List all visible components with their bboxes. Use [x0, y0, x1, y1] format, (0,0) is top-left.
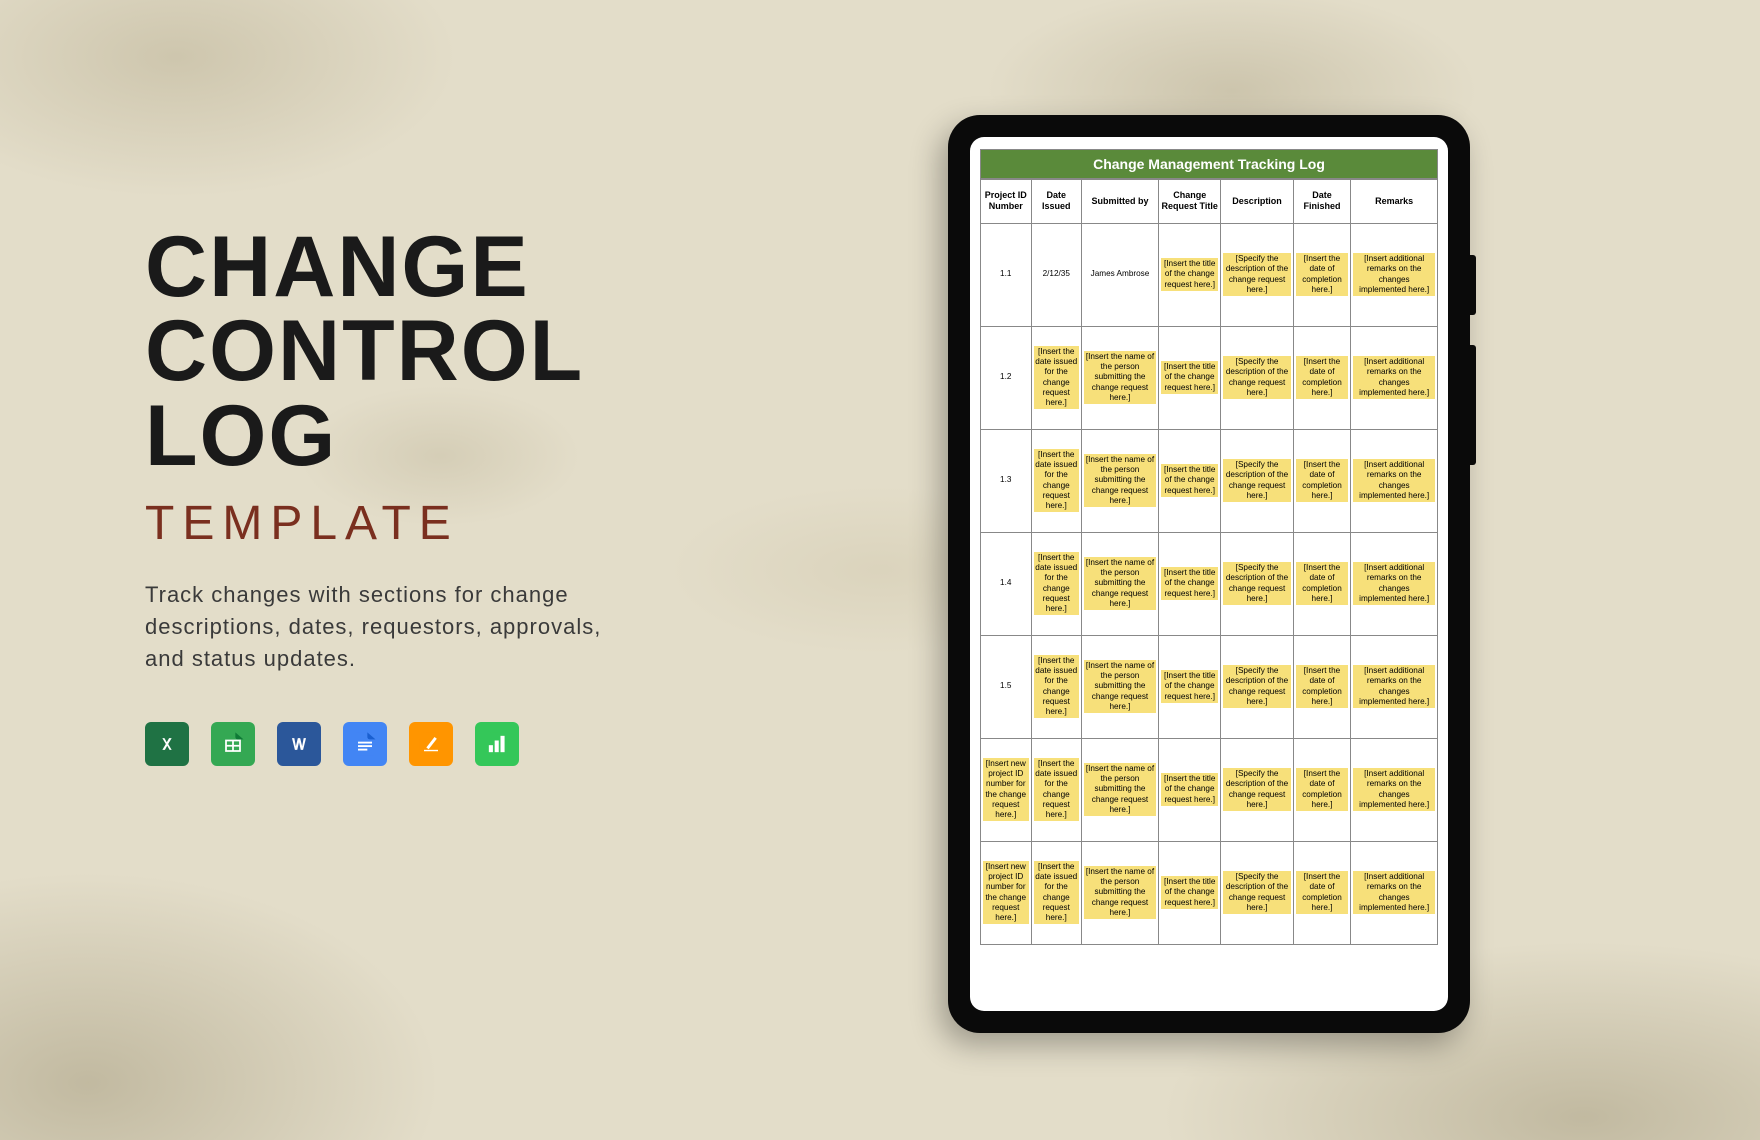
- title-line-2: CONTROL: [145, 309, 685, 393]
- table-cell: [Specify the description of the change r…: [1221, 738, 1293, 841]
- table-cell: James Ambrose: [1082, 223, 1159, 326]
- table-cell: [Insert the date issued for the change r…: [1031, 738, 1082, 841]
- table-header-cell: Date Finished: [1293, 180, 1351, 224]
- tablet-frame: Change Management Tracking Log Project I…: [948, 115, 1470, 1033]
- table-cell: [Specify the description of the change r…: [1221, 223, 1293, 326]
- table-cell: [Insert the date issued for the change r…: [1031, 635, 1082, 738]
- table-header-cell: Remarks: [1351, 180, 1438, 224]
- table-cell: [Insert additional remarks on the change…: [1351, 429, 1438, 532]
- app-icons-row: [145, 722, 685, 766]
- table-cell: 1.3: [981, 429, 1032, 532]
- table-row: 1.2[Insert the date issued for the chang…: [981, 326, 1438, 429]
- table-cell: 1.2: [981, 326, 1032, 429]
- table-cell: [Specify the description of the change r…: [1221, 532, 1293, 635]
- pages-icon: [409, 722, 453, 766]
- table-cell: [Insert the name of the person submittin…: [1082, 738, 1159, 841]
- table-header-cell: Date Issued: [1031, 180, 1082, 224]
- numbers-icon: [475, 722, 519, 766]
- table-cell: [Insert new project ID number for the ch…: [981, 738, 1032, 841]
- table-row: 1.5[Insert the date issued for the chang…: [981, 635, 1438, 738]
- table-cell: [Insert additional remarks on the change…: [1351, 532, 1438, 635]
- left-panel: CHANGE CONTROL LOG TEMPLATE Track change…: [145, 225, 685, 766]
- table-cell: [Insert the name of the person submittin…: [1082, 326, 1159, 429]
- excel-icon: [145, 722, 189, 766]
- table-cell: [Insert the date of completion here.]: [1293, 429, 1351, 532]
- table-cell: 1.5: [981, 635, 1032, 738]
- description: Track changes with sections for change d…: [145, 579, 645, 675]
- table-cell: [Insert the name of the person submittin…: [1082, 841, 1159, 944]
- table-cell: [Insert the date of completion here.]: [1293, 841, 1351, 944]
- subtitle: TEMPLATE: [145, 496, 685, 551]
- table-cell: [Insert the date of completion here.]: [1293, 635, 1351, 738]
- table-header-cell: Change Request Title: [1158, 180, 1221, 224]
- table-caption: Change Management Tracking Log: [980, 149, 1438, 179]
- table-cell: [Insert the title of the change request …: [1158, 326, 1221, 429]
- table-cell: [Insert the date issued for the change r…: [1031, 326, 1082, 429]
- table-header-row: Project ID NumberDate IssuedSubmitted by…: [981, 180, 1438, 224]
- table-row: 1.12/12/35James Ambrose[Insert the title…: [981, 223, 1438, 326]
- table-cell: [Insert the date of completion here.]: [1293, 326, 1351, 429]
- table-row: [Insert new project ID number for the ch…: [981, 738, 1438, 841]
- tablet-screen: Change Management Tracking Log Project I…: [970, 137, 1448, 1011]
- table-cell: [Insert the title of the change request …: [1158, 429, 1221, 532]
- table-cell: [Specify the description of the change r…: [1221, 429, 1293, 532]
- table-cell: 2/12/35: [1031, 223, 1082, 326]
- table-cell: [Insert the date issued for the change r…: [1031, 841, 1082, 944]
- change-log-table: Project ID NumberDate IssuedSubmitted by…: [980, 179, 1438, 945]
- docs-icon: [343, 722, 387, 766]
- title-line-3: LOG: [145, 394, 685, 478]
- table-row: 1.3[Insert the date issued for the chang…: [981, 429, 1438, 532]
- table-cell: [Insert the title of the change request …: [1158, 223, 1221, 326]
- table-cell: [Insert additional remarks on the change…: [1351, 738, 1438, 841]
- table-header-cell: Project ID Number: [981, 180, 1032, 224]
- title-line-1: CHANGE: [145, 225, 685, 309]
- table-cell: [Insert additional remarks on the change…: [1351, 635, 1438, 738]
- table-cell: [Specify the description of the change r…: [1221, 841, 1293, 944]
- table-cell: [Insert additional remarks on the change…: [1351, 841, 1438, 944]
- word-icon: [277, 722, 321, 766]
- table-cell: [Insert the name of the person submittin…: [1082, 429, 1159, 532]
- sheets-icon: [211, 722, 255, 766]
- table-cell: [Insert the title of the change request …: [1158, 635, 1221, 738]
- table-body: 1.12/12/35James Ambrose[Insert the title…: [981, 223, 1438, 944]
- table-cell: [Insert the title of the change request …: [1158, 738, 1221, 841]
- table-cell: [Insert the date of completion here.]: [1293, 738, 1351, 841]
- table-cell: [Insert the title of the change request …: [1158, 841, 1221, 944]
- table-cell: 1.1: [981, 223, 1032, 326]
- table-cell: [Insert the name of the person submittin…: [1082, 635, 1159, 738]
- table-cell: [Insert the date of completion here.]: [1293, 532, 1351, 635]
- table-header-cell: Submitted by: [1082, 180, 1159, 224]
- table-cell: [Insert additional remarks on the change…: [1351, 223, 1438, 326]
- table-row: 1.4[Insert the date issued for the chang…: [981, 532, 1438, 635]
- table-cell: [Insert the date issued for the change r…: [1031, 532, 1082, 635]
- main-title: CHANGE CONTROL LOG: [145, 225, 685, 478]
- table-header-cell: Description: [1221, 180, 1293, 224]
- table-cell: 1.4: [981, 532, 1032, 635]
- table-cell: [Insert additional remarks on the change…: [1351, 326, 1438, 429]
- table-cell: [Insert the title of the change request …: [1158, 532, 1221, 635]
- table-cell: [Insert the date of completion here.]: [1293, 223, 1351, 326]
- table-cell: [Specify the description of the change r…: [1221, 326, 1293, 429]
- table-cell: [Insert the date issued for the change r…: [1031, 429, 1082, 532]
- table-cell: [Specify the description of the change r…: [1221, 635, 1293, 738]
- table-cell: [Insert new project ID number for the ch…: [981, 841, 1032, 944]
- table-row: [Insert new project ID number for the ch…: [981, 841, 1438, 944]
- table-cell: [Insert the name of the person submittin…: [1082, 532, 1159, 635]
